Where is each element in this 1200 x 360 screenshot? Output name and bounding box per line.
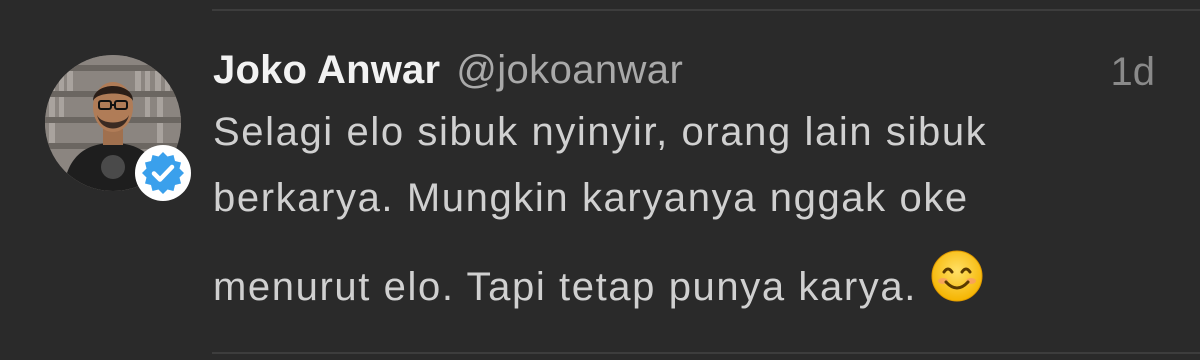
tweet-text-line: menurut elo. Tapi tetap punya karya.: [213, 250, 1173, 316]
smiling-face-icon: [931, 250, 983, 317]
tweet-text-line-content: menurut elo. Tapi tetap punya karya.: [213, 265, 917, 310]
tweet-timestamp[interactable]: 1d: [1111, 50, 1156, 95]
divider-top: [212, 9, 1200, 11]
divider-bottom: [212, 352, 1200, 354]
author-name[interactable]: Joko Anwar: [213, 48, 440, 93]
author-handle[interactable]: @jokoanwar: [456, 48, 683, 93]
tweet-card[interactable]: Joko Anwar @jokoanwar 1d Selagi elo sibu…: [0, 0, 1200, 360]
tweet-text: Selagi elo sibuk nyinyir, orang lain sib…: [213, 104, 1173, 316]
tweet-text-line: berkarya. Mungkin karyanya nggak oke: [213, 176, 969, 220]
tweet-text-line: Selagi elo sibuk nyinyir, orang lain sib…: [213, 110, 988, 154]
tweet-header: Joko Anwar @jokoanwar: [213, 48, 1160, 100]
verified-check-icon: [142, 152, 184, 194]
verified-badge: [135, 145, 191, 201]
